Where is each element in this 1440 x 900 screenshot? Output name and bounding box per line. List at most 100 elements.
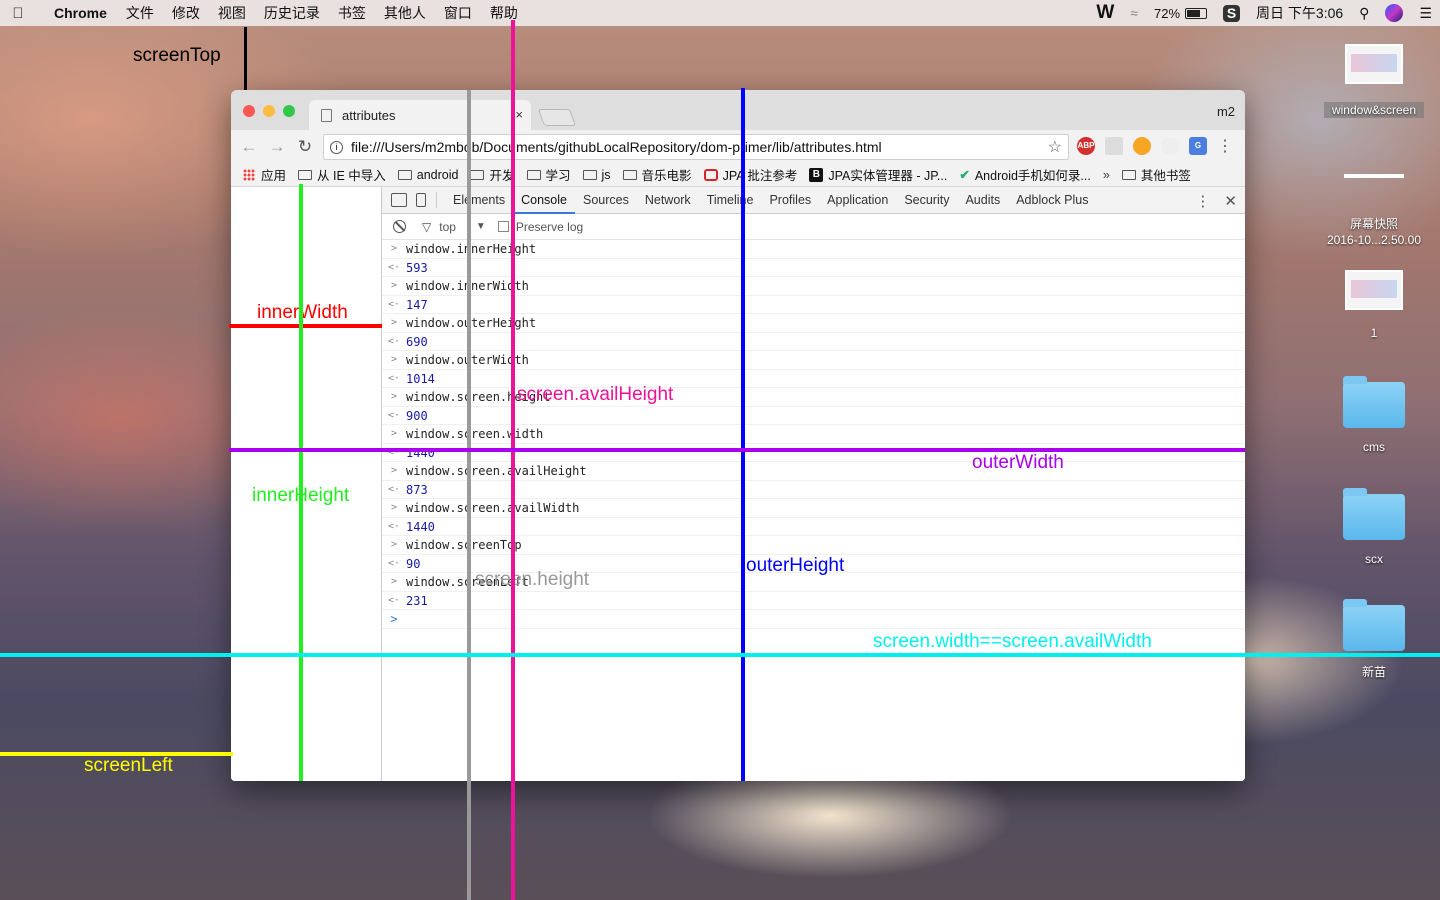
tab-console[interactable]: Console xyxy=(513,187,575,214)
wifi-icon[interactable]: ≈ xyxy=(1130,5,1138,21)
bookmark-study[interactable]: 学习 xyxy=(526,165,571,184)
bookmark-jpa-ref[interactable]: JPA 批注参考 xyxy=(703,165,797,184)
browser-toolbar: ← → ↻ i file:///Users/m2mbob/Documents/g… xyxy=(231,130,1245,163)
b-site-icon: B xyxy=(809,167,824,182)
console-text: window.outerHeight xyxy=(406,316,537,330)
battery-status[interactable]: 72% xyxy=(1154,6,1208,21)
input-chevron-icon: > xyxy=(390,280,398,291)
tab-profiles[interactable]: Profiles xyxy=(761,187,819,214)
back-arrow-icon[interactable]: ← xyxy=(235,137,263,157)
menu-bookmarks[interactable]: 书签 xyxy=(338,3,366,23)
address-bar[interactable]: i file:///Users/m2mbob/Documents/githubL… xyxy=(323,134,1069,160)
faded-extension-icon[interactable] xyxy=(1161,137,1179,155)
menu-view[interactable]: 视图 xyxy=(218,3,246,23)
desktop-item-screenshot[interactable]: 屏幕快照 2016-10...2.50.00 xyxy=(1316,216,1432,248)
bookmarks-overflow-button[interactable]: » xyxy=(1103,168,1110,182)
outer-height-label: outerHeight xyxy=(746,555,845,576)
weibo-extension-icon[interactable] xyxy=(1133,137,1151,155)
menu-file[interactable]: 文件 xyxy=(126,3,154,23)
tab-attributes[interactable]: attributes × xyxy=(309,100,531,130)
app-menu[interactable]: Chrome xyxy=(54,5,107,21)
close-window-button[interactable] xyxy=(243,105,255,117)
other-bookmarks[interactable]: 其他书签 xyxy=(1121,165,1191,184)
screen-width-label: screen.width==screen.availWidth xyxy=(873,631,1152,652)
result-arrow-icon: <· xyxy=(387,446,401,458)
screen-width-line xyxy=(0,653,1440,657)
bookmark-js[interactable]: js xyxy=(582,167,611,182)
filter-icon[interactable]: ▽ xyxy=(422,220,431,234)
console-text: 690 xyxy=(406,334,428,349)
tab-timeline[interactable]: Timeline xyxy=(699,187,762,214)
bookmark-jpa-manager[interactable]: B JPA实体管理器 - JP... xyxy=(809,165,947,184)
profile-name[interactable]: m2 xyxy=(1217,104,1235,119)
desktop-item-1[interactable]: 1 xyxy=(1344,270,1404,340)
desktop-folder-scx[interactable]: scx xyxy=(1334,488,1414,566)
info-icon[interactable]: i xyxy=(330,140,343,154)
bookmark-apps[interactable]: 应用 xyxy=(243,165,286,184)
bookmark-star-icon[interactable]: ☆ xyxy=(1048,137,1062,157)
screenshot-thumb-icon xyxy=(1345,270,1403,310)
notification-center-icon[interactable]: ☰ xyxy=(1419,5,1432,22)
inner-height-line xyxy=(299,184,303,781)
desktop-item-label: cms xyxy=(1363,440,1385,454)
tab-application[interactable]: Application xyxy=(819,187,896,214)
outer-width-line xyxy=(229,448,1245,452)
forward-arrow-icon[interactable]: → xyxy=(263,137,291,157)
translate-extension-icon[interactable]: G xyxy=(1189,137,1207,155)
bookmark-label: Android手机如何录... xyxy=(974,169,1091,183)
menu-window[interactable]: 窗口 xyxy=(444,3,472,23)
spotlight-search-icon[interactable]: ⚲ xyxy=(1359,5,1369,22)
tab-security[interactable]: Security xyxy=(896,187,957,214)
devtools-close-icon[interactable]: ✕ xyxy=(1224,192,1237,210)
tab-close-icon[interactable]: × xyxy=(515,107,523,122)
input-chevron-icon: > xyxy=(390,354,398,365)
bookmark-dev[interactable]: 开发 xyxy=(470,165,515,184)
w-app-icon[interactable]: W xyxy=(1096,2,1114,24)
device-toolbar-icon[interactable] xyxy=(416,193,426,207)
siri-icon[interactable] xyxy=(1385,4,1404,22)
context-dropdown-icon[interactable]: ▼ xyxy=(476,221,486,232)
screen-top-label: screenTop xyxy=(133,45,221,66)
bookmark-android[interactable]: android xyxy=(397,168,458,182)
screen-left-label: screenLeft xyxy=(84,755,173,776)
menu-history[interactable]: 历史记录 xyxy=(264,3,320,23)
tab-title: attributes xyxy=(342,107,396,123)
s-app-icon[interactable]: S xyxy=(1223,4,1241,22)
devtools-menu-icon[interactable]: ⋮ xyxy=(1195,192,1210,210)
grid-extension-icon[interactable] xyxy=(1105,137,1123,155)
bookmark-label: js xyxy=(601,167,611,182)
tab-audits[interactable]: Audits xyxy=(957,187,1008,214)
tab-network[interactable]: Network xyxy=(637,187,699,214)
devtools-controls: ⋮ ✕ xyxy=(1195,187,1237,214)
reload-icon[interactable]: ↻ xyxy=(291,137,319,157)
clear-console-icon[interactable] xyxy=(393,220,406,233)
context-selector[interactable]: top xyxy=(439,220,456,234)
red-site-icon xyxy=(703,168,718,181)
adblock-plus-icon[interactable]: ABP xyxy=(1077,137,1095,155)
more-menu-icon[interactable]: ⋮ xyxy=(1217,136,1233,156)
clock[interactable]: 周日 下午3:06 xyxy=(1256,3,1343,23)
desktop-folder-cms[interactable]: cms xyxy=(1334,376,1414,454)
console-text: 231 xyxy=(406,593,428,608)
inspect-element-icon[interactable] xyxy=(391,193,407,207)
minimize-window-button[interactable] xyxy=(263,105,275,117)
bookmark-label: 应用 xyxy=(261,169,287,183)
menu-edit[interactable]: 修改 xyxy=(172,3,200,23)
apple-menu-icon[interactable]:  xyxy=(0,5,36,22)
desktop-folder-xinmiao[interactable]: 新苗 xyxy=(1334,599,1414,680)
console-text: 1014 xyxy=(406,371,435,386)
bookmark-music-movies[interactable]: 音乐电影 xyxy=(622,165,692,184)
menu-people[interactable]: 其他人 xyxy=(384,3,426,23)
bookmark-android-record[interactable]: ✔ Android手机如何录... xyxy=(959,165,1091,184)
console-text: window.screen.width xyxy=(406,427,544,441)
bookmark-ie-import[interactable]: 从 IE 中导入 xyxy=(298,165,386,184)
new-tab-button[interactable] xyxy=(537,109,577,126)
tab-elements[interactable]: Elements xyxy=(445,187,513,214)
zoom-window-button[interactable] xyxy=(283,105,295,117)
inner-width-line xyxy=(229,324,382,328)
tab-adblock-plus[interactable]: Adblock Plus xyxy=(1008,187,1096,214)
desktop-item-line[interactable] xyxy=(1344,174,1404,178)
tab-sources[interactable]: Sources xyxy=(575,187,637,214)
preserve-log-checkbox[interactable] xyxy=(497,221,509,232)
desktop-item-window-screen[interactable]: window&screen xyxy=(1324,44,1424,118)
